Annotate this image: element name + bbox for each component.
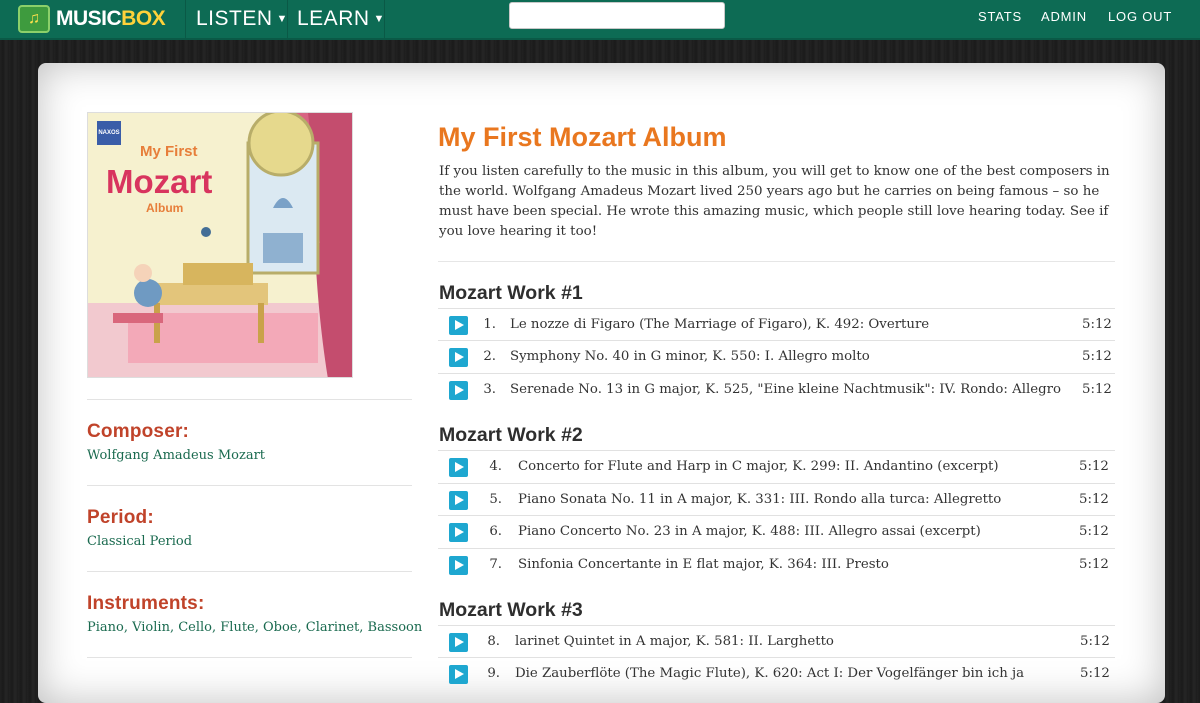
track-name: Sinfonia Concertante in E flat major, K.… xyxy=(518,557,889,572)
track-row[interactable]: 5. Piano Sonata No. 11 in A major, K. 33… xyxy=(438,483,1115,515)
album-cover-art xyxy=(88,113,352,377)
track-row[interactable]: 9. Die Zauberflöte (The Magic Flute), K.… xyxy=(438,657,1115,689)
nav-logout[interactable]: LOG OUT xyxy=(1108,0,1172,33)
nav-stats[interactable]: STATS xyxy=(978,0,1022,33)
track-row[interactable]: 3. Serenade No. 13 in G major, K. 525, "… xyxy=(438,373,1115,405)
track-duration: 5:12 xyxy=(1082,382,1112,397)
track-row[interactable]: 7. Sinfonia Concertante in E flat major,… xyxy=(438,548,1115,580)
play-icon[interactable] xyxy=(449,316,468,335)
track-name: Die Zauberflöte (The Magic Flute), K. 62… xyxy=(515,666,1025,681)
track-number: 8. xyxy=(487,634,500,649)
nav-divider xyxy=(384,0,385,38)
play-icon[interactable] xyxy=(449,381,468,400)
track-duration: 5:12 xyxy=(1079,524,1109,539)
work-title: Mozart Work #2 xyxy=(439,424,583,446)
sidebar-divider xyxy=(87,485,412,486)
music-note-icon: ♫ xyxy=(18,5,50,33)
logo-text-box: BOX xyxy=(121,7,166,30)
nav-divider xyxy=(185,0,186,38)
track-number: 1. xyxy=(483,317,496,332)
track-number: 7. xyxy=(489,557,502,572)
play-icon[interactable] xyxy=(449,556,468,575)
sidebar-divider xyxy=(87,399,412,400)
track-duration: 5:12 xyxy=(1079,557,1109,572)
musicbox-logo[interactable]: ♫ MUSICBOX xyxy=(18,2,166,36)
cover-title-line3: Album xyxy=(146,201,184,215)
instruments-value[interactable]: Piano, Violin, Cello, Flute, Oboe, Clari… xyxy=(87,620,422,635)
track-number: 9. xyxy=(487,666,500,681)
content-divider xyxy=(438,261,1115,262)
track-row[interactable]: 4. Concerto for Flute and Harp in C majo… xyxy=(438,450,1115,482)
track-row[interactable]: 6. Piano Concerto No. 23 in A major, K. … xyxy=(438,515,1115,547)
top-nav-bar: ♫ MUSICBOX LISTEN ▼ LEARN ▼ STATS ADMIN LO… xyxy=(0,0,1200,40)
period-value[interactable]: Classical Period xyxy=(87,534,192,549)
search-input[interactable] xyxy=(509,2,725,29)
track-number: 5. xyxy=(489,492,502,507)
composer-value[interactable]: Wolfgang Amadeus Mozart xyxy=(87,448,265,463)
work-title: Mozart Work #1 xyxy=(439,282,583,304)
nav-listen[interactable]: LISTEN ▼ xyxy=(196,0,288,38)
track-number: 4. xyxy=(489,459,502,474)
instruments-label: Instruments: xyxy=(87,593,205,614)
track-name: Le nozze di Figaro (The Marriage of Figa… xyxy=(510,317,930,332)
play-icon[interactable] xyxy=(449,458,468,477)
track-duration: 5:12 xyxy=(1082,349,1112,364)
track-name: Piano Concerto No. 23 in A major, K. 488… xyxy=(518,524,981,539)
cover-title-line1: My First xyxy=(140,143,198,160)
work-title: Mozart Work #3 xyxy=(439,599,583,621)
track-number: 6. xyxy=(489,524,502,539)
track-name: Serenade No. 13 in G major, K. 525, "Ein… xyxy=(510,382,1061,397)
track-row[interactable]: 1. Le nozze di Figaro (The Marriage of F… xyxy=(438,308,1115,340)
period-label: Period: xyxy=(87,507,154,528)
nav-learn-label: LEARN xyxy=(297,7,370,30)
album-cover-image: NAXOS My First Mozart Album xyxy=(87,112,353,378)
logo-text-music: MUSIC xyxy=(56,7,122,30)
play-icon[interactable] xyxy=(449,523,468,542)
track-name: Concerto for Flute and Harp in C major, … xyxy=(518,459,999,474)
nav-divider xyxy=(287,0,288,38)
play-icon[interactable] xyxy=(449,633,468,652)
track-duration: 5:12 xyxy=(1080,666,1110,681)
album-title: My First Mozart Album xyxy=(438,122,727,152)
cover-title-line2: Mozart xyxy=(106,163,213,200)
album-description: If you listen carefully to the music in … xyxy=(439,164,1110,239)
track-row[interactable]: 2. Symphony No. 40 in G minor, K. 550: I… xyxy=(438,340,1115,372)
track-duration: 5:12 xyxy=(1080,634,1110,649)
track-name: Piano Sonata No. 11 in A major, K. 331: … xyxy=(518,492,1002,507)
nav-admin[interactable]: ADMIN xyxy=(1041,0,1087,33)
play-icon[interactable] xyxy=(449,491,468,510)
play-icon[interactable] xyxy=(449,665,468,684)
play-icon[interactable] xyxy=(449,348,468,367)
track-name: larinet Quintet in A major, K. 581: II. … xyxy=(515,634,834,649)
track-name: Symphony No. 40 in G minor, K. 550: I. A… xyxy=(510,349,870,364)
naxos-label: NAXOS xyxy=(97,121,121,145)
track-duration: 5:12 xyxy=(1079,492,1109,507)
sidebar-divider xyxy=(87,657,412,658)
nav-learn[interactable]: LEARN ▼ xyxy=(297,0,385,38)
track-row[interactable]: 8. larinet Quintet in A major, K. 581: I… xyxy=(438,625,1115,657)
track-duration: 5:12 xyxy=(1082,317,1112,332)
track-duration: 5:12 xyxy=(1079,459,1109,474)
nav-listen-label: LISTEN xyxy=(196,7,273,30)
track-number: 2. xyxy=(483,349,496,364)
composer-label: Composer: xyxy=(87,421,190,442)
track-number: 3. xyxy=(483,382,496,397)
sidebar-divider xyxy=(87,571,412,572)
